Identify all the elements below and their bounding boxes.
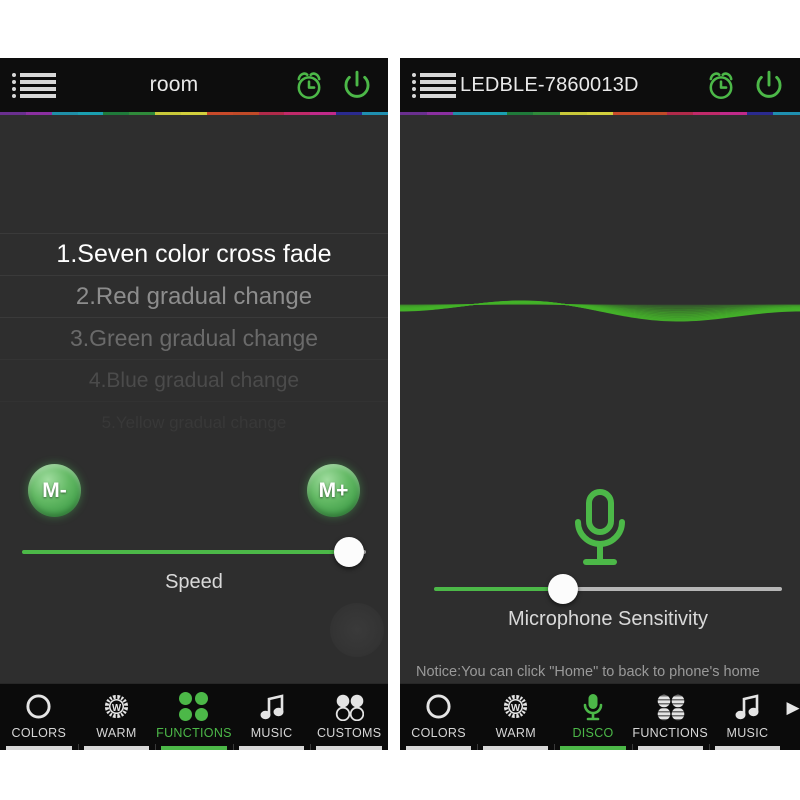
nav-item-functions[interactable]: FUNCTIONS [631, 684, 709, 750]
nav-label: CUSTOMS [316, 726, 382, 740]
mode-next-button[interactable]: M+ [307, 464, 360, 517]
list-item[interactable]: 3.Green gradual change [0, 317, 388, 359]
svg-text:W: W [112, 703, 122, 714]
sensitivity-slider-label: Microphone Sensitivity [507, 608, 709, 630]
nav-item-colors[interactable]: COLORS [0, 684, 78, 750]
left-header-actions [292, 68, 374, 102]
left-phone-screen: room 1.Seven color cross fade 2.Red grad… [0, 58, 388, 750]
left-top-bar: room [0, 58, 388, 112]
speed-slider-label: Speed [165, 571, 223, 593]
microphone-icon [564, 488, 636, 579]
nav-underline [238, 746, 305, 750]
nav-item-warm[interactable]: W WARM [77, 684, 156, 750]
right-header-actions [704, 68, 786, 102]
nav-underline [406, 746, 472, 750]
nav-underline [714, 746, 781, 750]
svg-text:W: W [511, 703, 521, 714]
alarm-clock-icon[interactable] [704, 68, 738, 102]
nav-label: MUSIC [250, 726, 293, 740]
music-note-icon [734, 692, 760, 721]
sensitivity-slider-remainder [562, 587, 782, 591]
right-phone-screen: LEDBLE-7860013D Microphone Sensitivity N… [400, 58, 800, 750]
sensitivity-slider-fill [434, 587, 563, 591]
list-item[interactable]: 2.Red gradual change [0, 275, 388, 317]
nav-label: DISCO [572, 726, 614, 740]
mode-step-buttons: M- M+ [0, 464, 388, 526]
nav-label: MUSIC [726, 726, 769, 740]
nav-label: WARM [495, 726, 536, 740]
list-item[interactable]: 1.Seven color cross fade [0, 233, 388, 275]
microphone-icon [583, 692, 603, 721]
list-menu-icon[interactable] [12, 72, 56, 98]
list-menu-icon[interactable] [412, 72, 456, 98]
mode-previous-button[interactable]: M- [28, 464, 81, 517]
four-dots-icon [179, 692, 209, 721]
right-bottom-nav: COLORS W WARM DISCO FUNCTIONS MUSIC ▶ [400, 683, 800, 750]
music-note-icon [259, 692, 285, 721]
nav-underline [316, 746, 382, 750]
nav-underline [6, 746, 72, 750]
nav-underline [483, 746, 549, 750]
rainbow-color-strip [0, 112, 388, 115]
nav-item-functions[interactable]: FUNCTIONS [155, 684, 233, 750]
nav-item-customs[interactable]: CUSTOMS [310, 684, 388, 750]
left-bottom-nav: COLORS W WARM FUNCTIONS MUSIC CUSTOMS [0, 683, 388, 750]
warm-white-gear-icon: W [102, 692, 131, 721]
speed-slider-knob[interactable] [333, 537, 364, 567]
nav-item-music[interactable]: MUSIC [708, 684, 786, 750]
nav-item-disco[interactable]: DISCO [554, 684, 631, 750]
nav-item-warm[interactable]: W WARM [477, 684, 554, 750]
rainbow-color-strip [400, 112, 800, 115]
right-top-bar: LEDBLE-7860013D [400, 58, 800, 112]
nav-label: COLORS [411, 726, 466, 740]
list-item[interactable]: 5.Yellow gradual change [0, 401, 388, 443]
ghost-circle-decoration [330, 603, 384, 657]
speed-slider-fill [22, 550, 349, 554]
speed-slider[interactable]: Speed [22, 537, 366, 594]
nav-underline [560, 746, 626, 750]
page-title: LEDBLE-7860013D [460, 73, 639, 96]
screenshot-root: room 1.Seven color cross fade 2.Red grad… [0, 0, 800, 800]
alarm-clock-icon[interactable] [292, 68, 326, 102]
sensitivity-slider-knob[interactable] [547, 574, 578, 604]
audio-waveform [400, 300, 800, 322]
nav-item-music[interactable]: MUSIC [232, 684, 311, 750]
nav-label: FUNCTIONS [156, 726, 232, 740]
four-striped-circles-icon [655, 692, 685, 721]
nav-item-colors[interactable]: COLORS [400, 684, 477, 750]
page-title: room [149, 73, 199, 96]
nav-more-arrow-icon[interactable]: ▶ [786, 684, 800, 750]
power-icon[interactable] [752, 68, 786, 102]
nav-underline [637, 746, 703, 750]
nav-underline [161, 746, 227, 750]
nav-label: FUNCTIONS [632, 726, 709, 740]
circle-outline-icon [25, 692, 52, 721]
four-circles-icon [334, 692, 365, 721]
nav-label: COLORS [11, 726, 67, 740]
nav-underline [83, 746, 150, 750]
power-icon[interactable] [340, 68, 374, 102]
nav-label: WARM [96, 726, 137, 740]
circle-outline-icon [425, 692, 452, 721]
list-item[interactable]: 4.Blue gradual change [0, 359, 388, 401]
function-mode-list[interactable]: 1.Seven color cross fade 2.Red gradual c… [0, 233, 388, 443]
microphone-sensitivity-slider[interactable]: Microphone Sensitivity [434, 574, 782, 631]
warm-white-gear-icon: W [501, 692, 530, 721]
